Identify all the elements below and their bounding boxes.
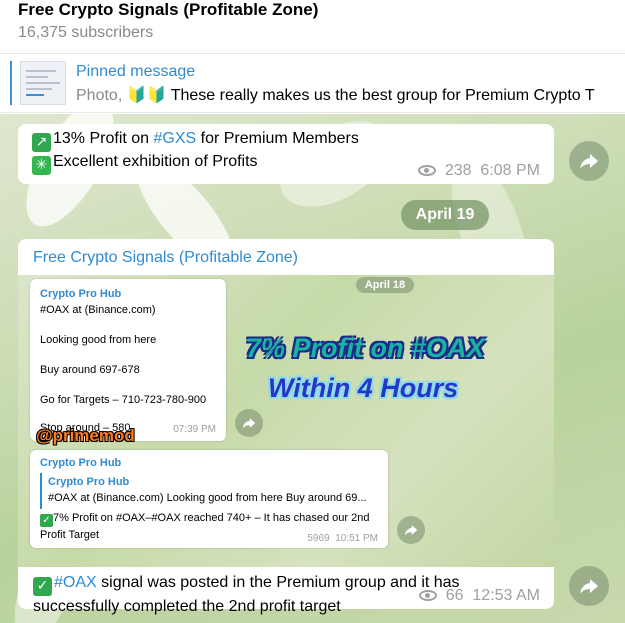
sparkle-emoji-icon: ✳ bbox=[32, 156, 51, 175]
hashtag-link[interactable]: #GXS bbox=[154, 130, 197, 147]
photo-date-chip: April 18 bbox=[356, 277, 414, 293]
check-emoji-icon: ✓ bbox=[33, 577, 52, 596]
pinned-photo-label: Photo, bbox=[76, 87, 123, 104]
pinned-accent-bar bbox=[10, 61, 12, 105]
pinned-message-bar[interactable]: Pinned message Photo, 🔰🔰 These really ma… bbox=[0, 55, 625, 113]
chart-emoji-icon: ↗ bbox=[32, 133, 51, 152]
share-icon bbox=[580, 154, 598, 169]
message-bubble-oax[interactable]: Free Crypto Signals (Profitable Zone) Ap… bbox=[18, 239, 554, 615]
watermark: @primemod bbox=[36, 426, 135, 445]
channel-title[interactable]: Free Crypto Signals (Profitable Zone) bbox=[18, 0, 318, 20]
channel-header[interactable]: Free Crypto Signals (Profitable Zone) 16… bbox=[0, 0, 625, 54]
reply-block: Crypto Pro Hub #OAX at (Binance.com) Loo… bbox=[40, 473, 378, 509]
sender-name[interactable]: Free Crypto Signals (Profitable Zone) bbox=[33, 249, 298, 267]
share-icon bbox=[580, 579, 598, 594]
pinned-title: Pinned message bbox=[76, 63, 196, 80]
date-separator: April 19 bbox=[401, 200, 489, 230]
pinned-text: These really makes us the best group for… bbox=[170, 87, 595, 104]
chat-area[interactable]: ↗ 13% Profit on #GXS for Premium Members … bbox=[0, 114, 625, 623]
view-count: 238 bbox=[444, 162, 472, 179]
pinned-emoji: 🔰🔰 bbox=[126, 87, 167, 104]
share-icon bbox=[242, 418, 256, 429]
promo-subheadline: Within 4 Hours bbox=[268, 373, 459, 403]
message-bubble-gxs[interactable]: ↗ 13% Profit on #GXS for Premium Members … bbox=[18, 124, 554, 184]
screenshot-card: Crypto Pro Hub #OAX at (Binance.com) Loo… bbox=[30, 279, 226, 441]
message-meta: 66 12:53 AM bbox=[419, 587, 540, 605]
check-emoji-icon: ✓ bbox=[40, 514, 53, 527]
eye-icon bbox=[418, 165, 437, 177]
message-meta: 238 6:08 PM bbox=[418, 162, 540, 180]
eye-icon bbox=[419, 590, 438, 602]
hashtag-link[interactable]: #OAX bbox=[54, 574, 97, 591]
message-line: ✳ Excellent exhibition of Profits bbox=[32, 153, 258, 175]
promo-headline: 7% Profit on #OAX bbox=[246, 333, 485, 363]
share-button bbox=[235, 409, 263, 437]
message-line: ↗ 13% Profit on #GXS for Premium Members bbox=[32, 130, 359, 152]
share-icon bbox=[404, 525, 418, 536]
pinned-thumbnail bbox=[20, 61, 66, 105]
screenshot-card: Crypto Pro Hub Crypto Pro Hub #OAX at (B… bbox=[30, 450, 388, 548]
share-button[interactable] bbox=[569, 566, 609, 606]
message-photo[interactable]: April 18 Crypto Pro Hub #OAX at (Binance… bbox=[18, 275, 554, 567]
subscriber-count: 16,375 subscribers bbox=[18, 24, 154, 41]
view-count: 66 bbox=[445, 587, 464, 604]
message-time: 6:08 PM bbox=[480, 162, 540, 179]
share-button[interactable] bbox=[569, 141, 609, 181]
pinned-preview: Photo, 🔰🔰 These really makes us the best… bbox=[76, 85, 595, 105]
message-caption: ✓ #OAX signal was posted in the Premium g… bbox=[33, 574, 460, 615]
message-time: 12:53 AM bbox=[472, 587, 540, 604]
share-button bbox=[397, 516, 425, 544]
